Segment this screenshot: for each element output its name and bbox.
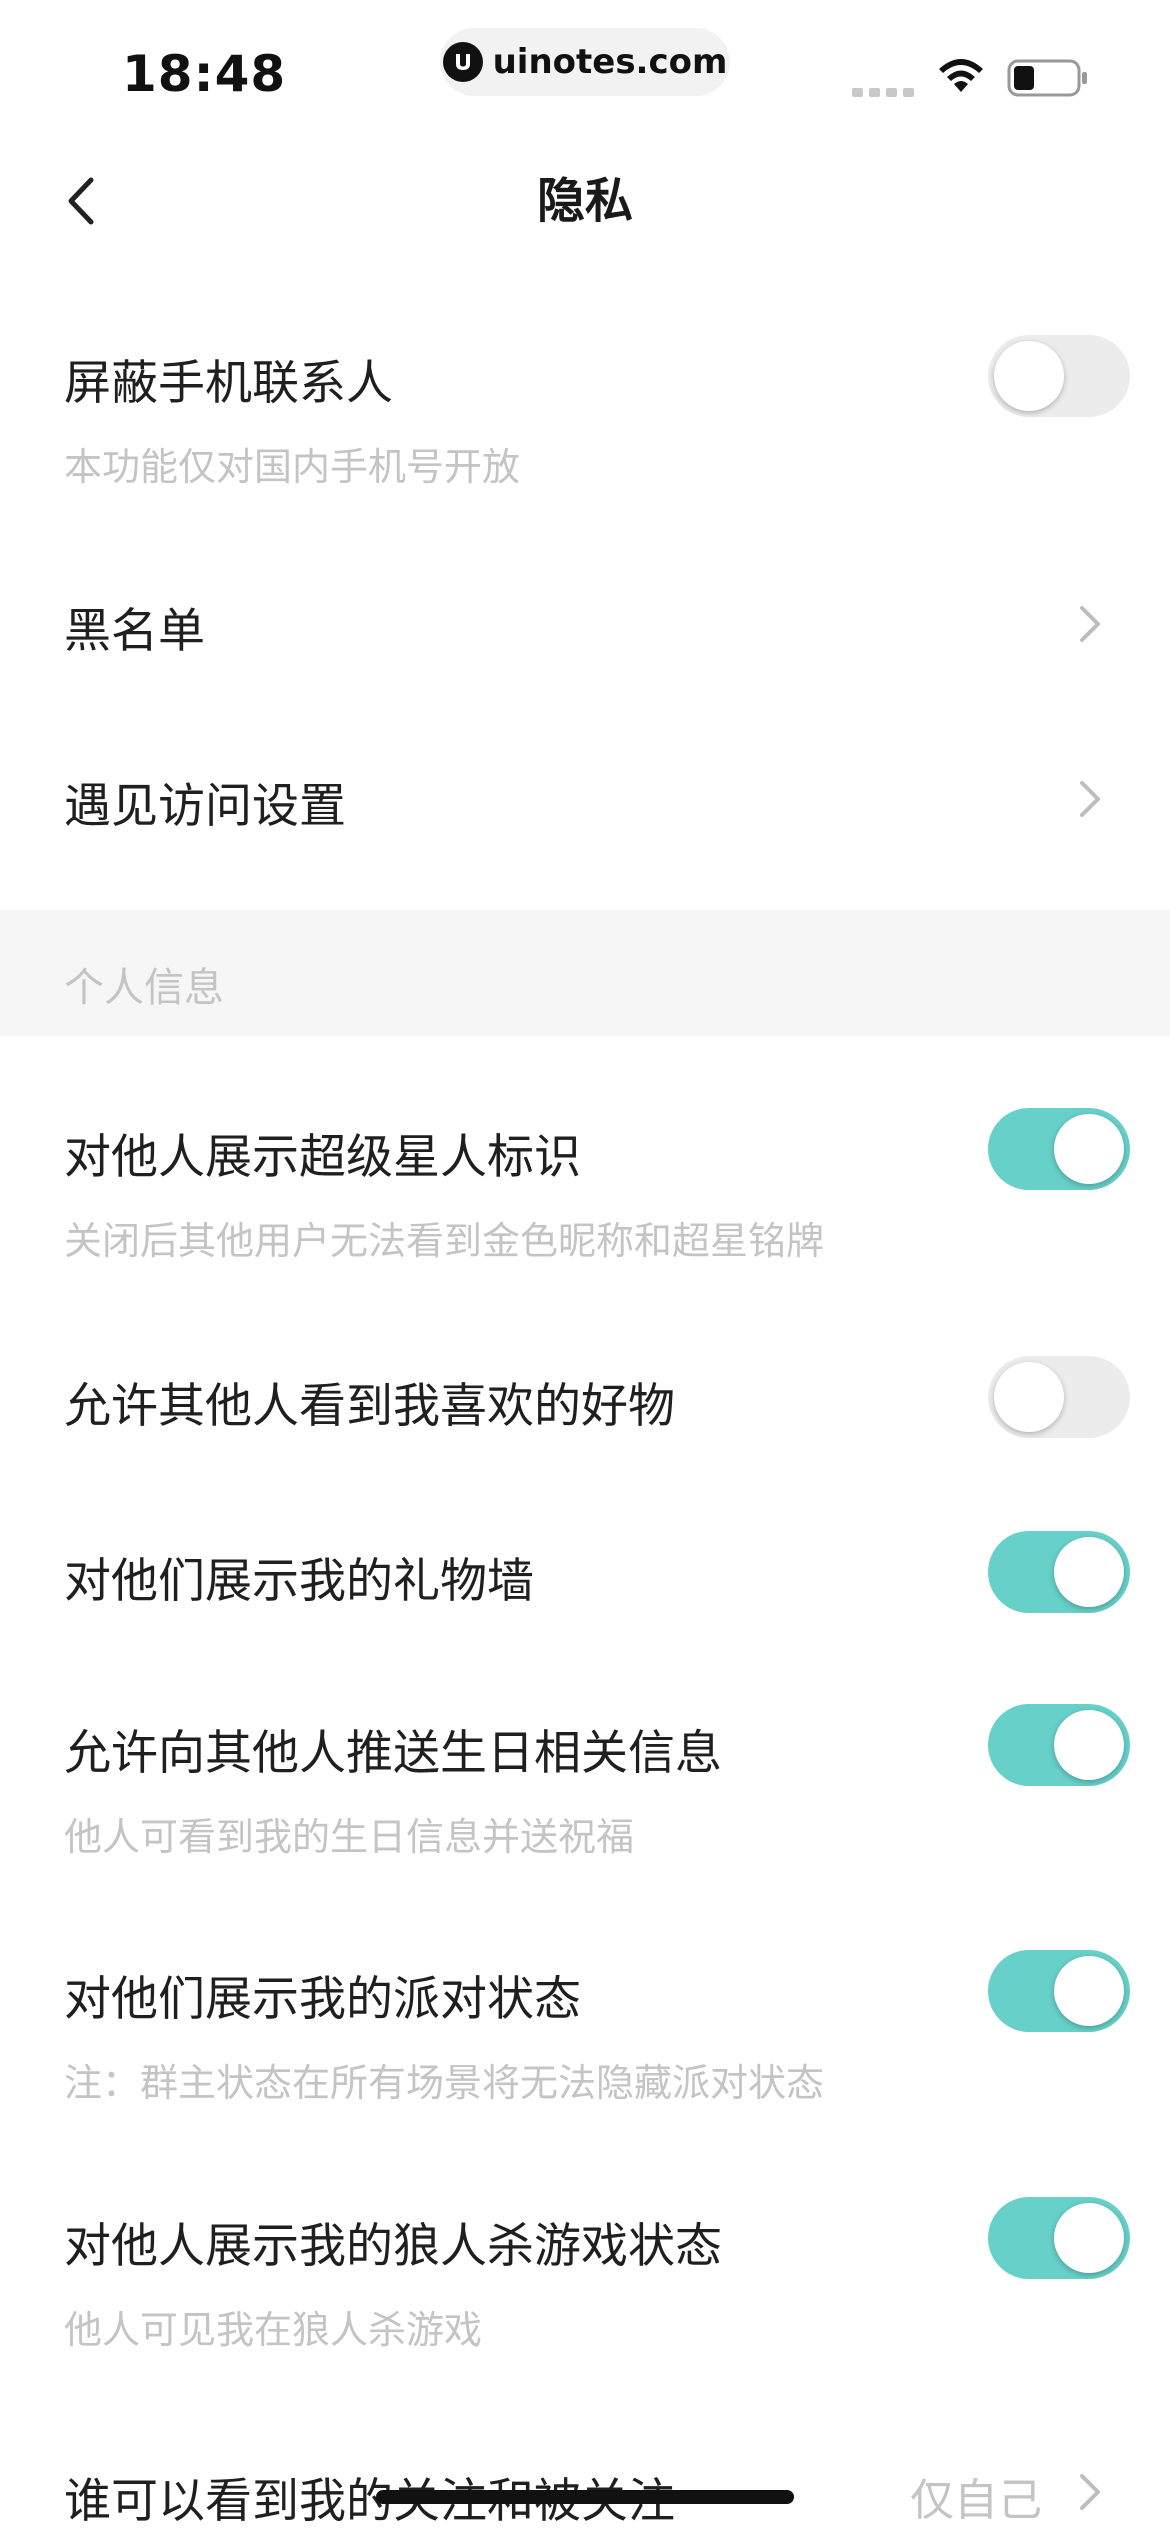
birthday-push-row: 允许向其他人推送生日相关信息 他人可看到我的生日信息并送祝福 xyxy=(0,1668,1170,1888)
birthday-push-subtitle: 他人可看到我的生日信息并送祝福 xyxy=(64,1815,635,1859)
werewolf-status-subtitle: 他人可见我在狼人杀游戏 xyxy=(64,2308,483,2352)
encounter-settings-row[interactable]: 遇见访问设置 xyxy=(0,735,1170,865)
home-indicator xyxy=(376,2490,794,2504)
party-status-subtitle: 注：群主状态在所有场景将无法隐藏派对状态 xyxy=(64,2061,825,2105)
birthday-push-title: 允许向其他人推送生日相关信息 xyxy=(64,1726,722,1781)
party-status-row: 对他们展示我的派对状态 注：群主状态在所有场景将无法隐藏派对状态 xyxy=(0,1914,1170,2134)
gift-wall-toggle[interactable] xyxy=(988,1531,1130,1613)
gift-wall-row: 对他们展示我的礼物墙 xyxy=(0,1510,1170,1640)
superstar-badge-row: 对他人展示超级星人标识 关闭后其他用户无法看到金色昵称和超星铭牌 xyxy=(0,1072,1170,1292)
block-contacts-subtitle: 本功能仅对国内手机号开放 xyxy=(64,445,521,489)
follow-visibility-row[interactable]: 谁可以看到我的关注和被关注 仅自己 xyxy=(0,2420,1170,2532)
follow-visibility-value: 仅自己 xyxy=(910,2475,1042,2526)
cellular-signal-icon xyxy=(852,88,914,97)
werewolf-status-toggle[interactable] xyxy=(988,2197,1130,2279)
page-title: 隐私 xyxy=(536,173,633,229)
url-text: uinotes.com xyxy=(492,42,728,82)
toggle-knob xyxy=(994,341,1064,411)
gift-wall-title: 对他们展示我的礼物墙 xyxy=(64,1554,534,1609)
chevron-right-icon xyxy=(1080,2474,1100,2510)
werewolf-status-row: 对他人展示我的狼人杀游戏状态 他人可见我在狼人杀游戏 xyxy=(0,2161,1170,2381)
blacklist-title: 黑名单 xyxy=(64,604,205,659)
wifi-icon xyxy=(939,59,983,92)
liked-goods-toggle[interactable] xyxy=(988,1356,1130,1438)
block-contacts-toggle[interactable] xyxy=(988,335,1130,417)
superstar-badge-toggle[interactable] xyxy=(988,1108,1130,1190)
werewolf-status-title: 对他人展示我的狼人杀游戏状态 xyxy=(64,2219,722,2274)
section-header-personal-info: 个人信息 xyxy=(0,910,1170,1036)
superstar-badge-subtitle: 关闭后其他用户无法看到金色昵称和超星铭牌 xyxy=(64,1219,825,1263)
uinotes-logo-icon xyxy=(442,42,483,82)
party-status-title: 对他们展示我的派对状态 xyxy=(64,1972,581,2027)
status-time: 18:48 xyxy=(122,45,287,103)
liked-goods-row: 允许其他人看到我喜欢的好物 xyxy=(0,1335,1170,1465)
privacy-settings-screen: 18:48 uinotes.com 隐私 屏蔽手机联系人 本功能仅对国内手机号开… xyxy=(0,0,1170,2532)
liked-goods-title: 允许其他人看到我喜欢的好物 xyxy=(64,1379,675,1434)
block-contacts-row: 屏蔽手机联系人 本功能仅对国内手机号开放 xyxy=(0,300,1170,520)
superstar-badge-title: 对他人展示超级星人标识 xyxy=(64,1130,581,1185)
url-pill: uinotes.com xyxy=(440,28,730,96)
toggle-knob xyxy=(1054,1956,1124,2026)
toggle-knob xyxy=(1054,1710,1124,1780)
encounter-settings-title: 遇见访问设置 xyxy=(64,779,346,834)
party-status-toggle[interactable] xyxy=(988,1950,1130,2032)
chevron-right-icon xyxy=(1080,606,1100,642)
block-contacts-title: 屏蔽手机联系人 xyxy=(64,356,393,411)
toggle-knob xyxy=(994,1362,1064,1432)
section-header-label: 个人信息 xyxy=(64,965,224,1011)
toggle-knob xyxy=(1054,1114,1124,1184)
navigation-bar: 隐私 xyxy=(0,140,1170,260)
toggle-knob xyxy=(1054,1537,1124,1607)
birthday-push-toggle[interactable] xyxy=(988,1704,1130,1786)
toggle-knob xyxy=(1054,2203,1124,2273)
chevron-right-icon xyxy=(1080,781,1100,817)
battery-icon xyxy=(1007,59,1087,97)
blacklist-row[interactable]: 黑名单 xyxy=(0,560,1170,690)
status-bar: 18:48 uinotes.com xyxy=(0,0,1170,140)
